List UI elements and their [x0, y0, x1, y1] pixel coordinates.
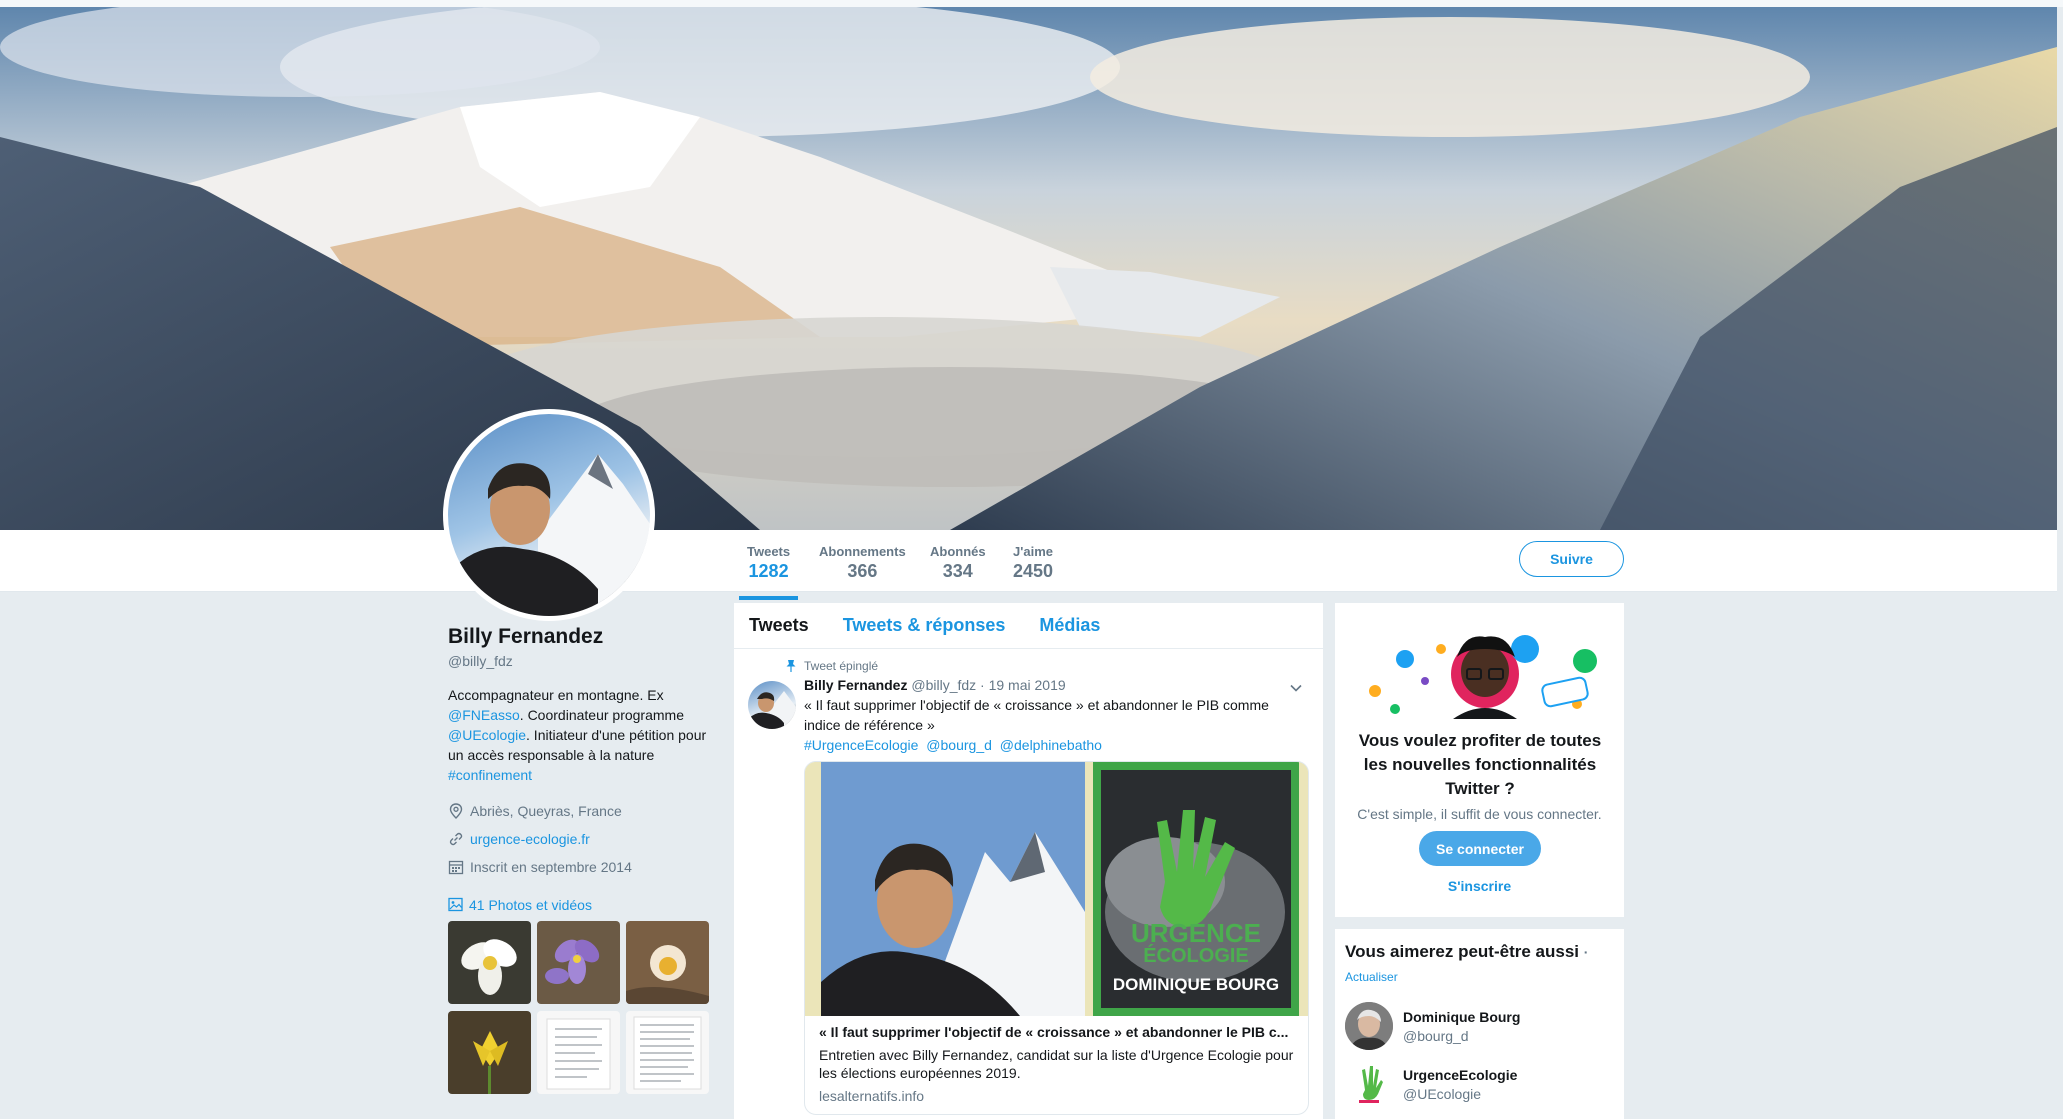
stat-label: Abonnements [819, 544, 906, 559]
mountain-landscape [0, 7, 2057, 530]
link-icon [448, 831, 464, 847]
tab-tweets-replies[interactable]: Tweets & réponses [843, 615, 1006, 636]
stat-followers[interactable]: Abonnés 334 [930, 544, 986, 582]
follow-button[interactable]: Suivre [1519, 541, 1624, 577]
tweet-avatar[interactable] [748, 681, 796, 729]
tweet-mention[interactable]: @delphinebatho [1000, 737, 1102, 753]
stat-label: J'aime [1013, 544, 1053, 559]
wtf-separator: · [1583, 944, 1589, 960]
link-card[interactable]: URGENCE ÉCOLOGIE DOMINIQUE BOURG « Il fa… [804, 761, 1309, 1115]
image-icon [448, 897, 464, 913]
profile-handle: @billy_fdz [448, 653, 513, 669]
stat-label: Abonnés [930, 544, 986, 559]
stat-value: 334 [942, 561, 973, 581]
website-link[interactable]: urgence-ecologie.fr [470, 831, 590, 847]
bio-hashtag[interactable]: #confinement [448, 767, 532, 783]
user-avatar[interactable] [1345, 1002, 1393, 1050]
card-description: Entretien avec Billy Fernandez, candidat… [819, 1047, 1294, 1081]
tweet-author-handle[interactable]: @billy_fdz [911, 677, 976, 693]
refresh-link[interactable]: Actualiser [1345, 970, 1398, 984]
poster-subtitle: ÉCOLOGIE [1143, 944, 1249, 967]
signup-subtitle: C'est simple, il suffit de vous connecte… [1357, 806, 1602, 822]
stat-label: Tweets [747, 544, 791, 559]
stat-tweets[interactable]: Tweets 1282 [738, 544, 799, 600]
profile-joined: Inscrit en septembre 2014 [448, 859, 718, 875]
tweet-text: « Il faut supprimer l'objectif de « croi… [804, 695, 1284, 755]
pin-icon [786, 660, 796, 672]
poster-name: DOMINIQUE BOURG [1113, 975, 1279, 994]
photo-grid [448, 921, 718, 1094]
bio-mention-fneasso[interactable]: @FNEasso [448, 707, 520, 723]
wtf-title-text: Vous aimerez peut-être aussi [1345, 942, 1579, 961]
photos-videos-link[interactable]: 41 Photos et vidéos [448, 897, 718, 913]
pinned-text: Tweet épinglé [804, 659, 879, 673]
wtf-title: Vous aimerez peut-être aussi · [1345, 942, 1614, 962]
photo-thumb[interactable] [537, 1011, 620, 1094]
photos-videos-label: 41 Photos et vidéos [469, 897, 592, 913]
signup-title: Vous voulez profiter de toutes les nouve… [1358, 731, 1602, 798]
profile-avatar[interactable] [443, 409, 655, 621]
signup-module: Vous voulez profiter de toutes les nouve… [1335, 603, 1624, 917]
photo-thumb[interactable] [626, 921, 709, 1004]
profile-website: urgence-ecologie.fr [448, 831, 718, 847]
profile-card: Billy Fernandez @billy_fdz Accompagnateu… [448, 625, 718, 1094]
bio-text: . Coordinateur programme [519, 707, 684, 723]
timeline: Tweets Tweets & réponses Médias Tweet ép… [734, 603, 1323, 1119]
avatar-photo [448, 454, 650, 616]
tweet-header: Billy Fernandez @billy_fdz · 19 mai 2019 [804, 677, 1308, 693]
user-handle: @bourg_d [1403, 1027, 1469, 1044]
card-body: « Il faut supprimer l'objectif de « croi… [805, 1016, 1308, 1114]
calendar-icon [448, 859, 464, 875]
tweet-author-name[interactable]: Billy Fernandez [804, 677, 907, 693]
login-button[interactable]: Se connecter [1419, 831, 1541, 866]
pinned-label: Tweet épinglé [786, 659, 1308, 673]
tweet-body: « Il faut supprimer l'objectif de « croi… [804, 697, 1269, 733]
tweet-tags: #UrgenceEcologie @bourg_d @delphinebatho [804, 735, 1284, 755]
signup-illustration [1369, 635, 1597, 719]
photo-thumb[interactable] [626, 1011, 709, 1094]
location-text: Abriès, Queyras, France [470, 803, 622, 819]
tweet-date[interactable]: · 19 mai 2019 [980, 677, 1066, 693]
profile-location: Abriès, Queyras, France [448, 803, 718, 819]
tweet-mention[interactable]: @bourg_d [926, 737, 992, 753]
profile-name: Billy Fernandez [448, 625, 604, 648]
photo-thumb[interactable] [448, 921, 531, 1004]
poster-title: URGENCE [1131, 918, 1261, 948]
wtf-user[interactable]: UrgenceEcologie @UEcologie [1345, 1060, 1614, 1108]
tweet-hashtag[interactable]: #UrgenceEcologie [804, 737, 918, 753]
card-title: « Il faut supprimer l'objectif de « croi… [819, 1024, 1289, 1040]
register-link[interactable]: S'inscrire [1335, 878, 1624, 894]
stat-value: 2450 [1013, 561, 1054, 581]
card-image: URGENCE ÉCOLOGIE DOMINIQUE BOURG [805, 762, 1308, 1016]
browser-top-strip [0, 0, 2063, 7]
card-url: lesalternatifs.info [819, 1088, 925, 1104]
bio-mention-uecologie[interactable]: @UEcologie [448, 727, 526, 743]
location-pin-icon [448, 803, 464, 819]
stat-value: 366 [847, 561, 878, 581]
pinned-tweet[interactable]: Tweet épinglé Billy Fernandez @billy_fdz… [734, 649, 1323, 1115]
who-to-follow: Vous aimerez peut-être aussi · Actualise… [1335, 929, 1624, 1119]
chevron-down-icon[interactable] [1289, 681, 1303, 695]
joined-text: Inscrit en septembre 2014 [470, 859, 632, 875]
profile-banner[interactable] [0, 7, 2057, 530]
tab-media[interactable]: Médias [1039, 615, 1100, 636]
photo-thumb[interactable] [537, 921, 620, 1004]
bio-text: Accompagnateur en montagne. Ex [448, 687, 664, 703]
stat-value: 1282 [748, 561, 789, 581]
photo-thumb[interactable] [448, 1011, 531, 1094]
stat-likes[interactable]: J'aime 2450 [1013, 544, 1053, 582]
user-name[interactable]: UrgenceEcologie [1403, 1067, 1517, 1083]
user-avatar[interactable] [1345, 1060, 1393, 1108]
user-handle: @UEcologie [1403, 1085, 1482, 1102]
profile-bio: Accompagnateur en montagne. Ex @FNEasso.… [448, 685, 718, 785]
tab-tweets[interactable]: Tweets [749, 615, 809, 636]
card-photo: URGENCE ÉCOLOGIE DOMINIQUE BOURG [805, 762, 1308, 1016]
wtf-user[interactable]: Dominique Bourg @bourg_d [1345, 1002, 1614, 1050]
timeline-tabs: Tweets Tweets & réponses Médias [734, 603, 1323, 649]
profile-nav: Tweets 1282 Abonnements 366 Abonnés 334 … [0, 530, 2057, 600]
stat-following[interactable]: Abonnements 366 [819, 544, 906, 582]
user-name[interactable]: Dominique Bourg [1403, 1009, 1520, 1025]
